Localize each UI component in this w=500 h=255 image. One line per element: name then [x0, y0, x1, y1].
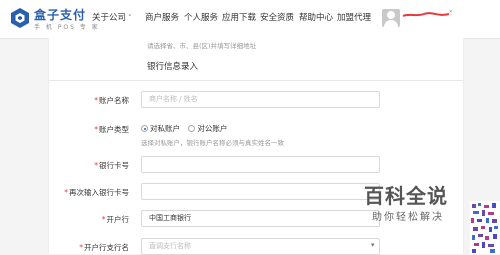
radio-private-account[interactable]: 对私账户	[141, 124, 180, 133]
top-navigation-bar: 盒子支付 手 机 POS 专 家 关于公司 ˅ 商户服务 个人服务 应用下载 安全…	[0, 0, 500, 39]
brand-logo-icon	[11, 8, 29, 28]
bank-select[interactable]: 中国工商银行	[141, 210, 380, 227]
nav-item-label: 应用下载	[222, 13, 257, 23]
label-text: 银行卡号	[99, 161, 129, 170]
bank-label: *开户行	[102, 214, 129, 225]
nav-item-label: 加盟代理	[337, 13, 372, 23]
account-name-input[interactable]: 商户名称 / 姓名	[141, 91, 380, 108]
radio-label: 对私账户	[150, 124, 180, 133]
account-type-label: *账户类型	[94, 124, 129, 135]
radio-selected-icon	[141, 125, 148, 132]
account-name-placeholder: 商户名称 / 姓名	[149, 95, 198, 103]
watermark-title: 百科全说	[364, 184, 448, 208]
nav-item-label: 安全资质	[260, 13, 295, 23]
nav-item-security[interactable]: 安全资质	[260, 11, 294, 23]
section-title: 银行信息录入	[147, 62, 199, 72]
card-number-label: *银行卡号	[94, 160, 129, 171]
branch-select-placeholder: 直调支行名称	[149, 242, 191, 250]
radio-label: 对公账户	[197, 124, 228, 133]
card-number-confirm-input[interactable]	[141, 183, 380, 200]
brand-name: 盒子支付	[34, 8, 87, 22]
account-type-radio-group: 对私账户 对公账户	[141, 123, 227, 134]
address-hint: 请选择省、市、县(区)并填写详细地址	[147, 42, 257, 50]
nav-item-label: 帮助中心	[299, 13, 334, 23]
branch-label: *开户行支行名	[79, 242, 129, 253]
label-text: 账户名称	[99, 96, 129, 105]
label-text: 开户行	[106, 215, 130, 224]
account-name-label: *账户名称	[94, 95, 129, 106]
nav-item-label: 商户服务	[145, 13, 180, 23]
bank-select-value: 中国工商银行	[149, 214, 191, 222]
required-mark: *	[94, 161, 98, 170]
label-text: 再次输入银行卡号	[69, 188, 129, 197]
branch-select[interactable]: 直调支行名称	[141, 238, 380, 255]
radio-corporate-account[interactable]: 对公账户	[188, 124, 227, 133]
account-chevron-down-icon[interactable]: ˅	[449, 10, 453, 18]
card-number-confirm-label: *再次输入银行卡号	[64, 187, 129, 198]
nav-item-about[interactable]: 关于公司 ˅	[92, 11, 132, 23]
avatar-body	[384, 20, 398, 27]
chevron-down-icon: ▾	[371, 241, 375, 249]
brand-tagline: 手 机 POS 专 家	[34, 24, 100, 31]
redacted-username-scribble	[402, 12, 450, 17]
nav-item-label: 关于公司	[92, 13, 127, 23]
qr-code-icon	[470, 201, 500, 254]
required-mark: *	[64, 188, 68, 197]
nav-item-franchise[interactable]: 加盟代理	[337, 11, 371, 23]
card-number-input[interactable]	[141, 156, 380, 173]
avatar-head	[387, 11, 395, 19]
watermark-logo: 百科全说 助你轻松解决	[360, 180, 462, 230]
account-type-note: 选择对私账户，银行账户名称必须与真实姓名一致	[141, 139, 284, 147]
label-text: 开户行支行名	[84, 243, 129, 252]
nav-item-app-download[interactable]: 应用下载	[222, 11, 256, 23]
required-mark: *	[101, 215, 106, 224]
watermark-subtitle: 助你轻松解决	[372, 212, 444, 223]
chevron-down-icon: ˅	[128, 14, 132, 22]
section-divider	[49, 80, 463, 81]
required-mark: *	[94, 125, 98, 134]
label-text: 账户类型	[99, 125, 129, 134]
radio-unselected-icon	[188, 125, 196, 132]
nav-item-personal-services[interactable]: 个人服务	[184, 11, 218, 23]
required-mark: *	[79, 243, 83, 252]
nav-item-merchant-services[interactable]: 商户服务	[145, 11, 179, 23]
avatar[interactable]	[382, 9, 400, 27]
required-mark: *	[94, 96, 98, 105]
brand-logo[interactable]: 盒子支付 手 机 POS 专 家	[10, 5, 98, 33]
nav-item-help-center[interactable]: 帮助中心	[299, 11, 333, 23]
nav-item-label: 个人服务	[184, 13, 219, 23]
